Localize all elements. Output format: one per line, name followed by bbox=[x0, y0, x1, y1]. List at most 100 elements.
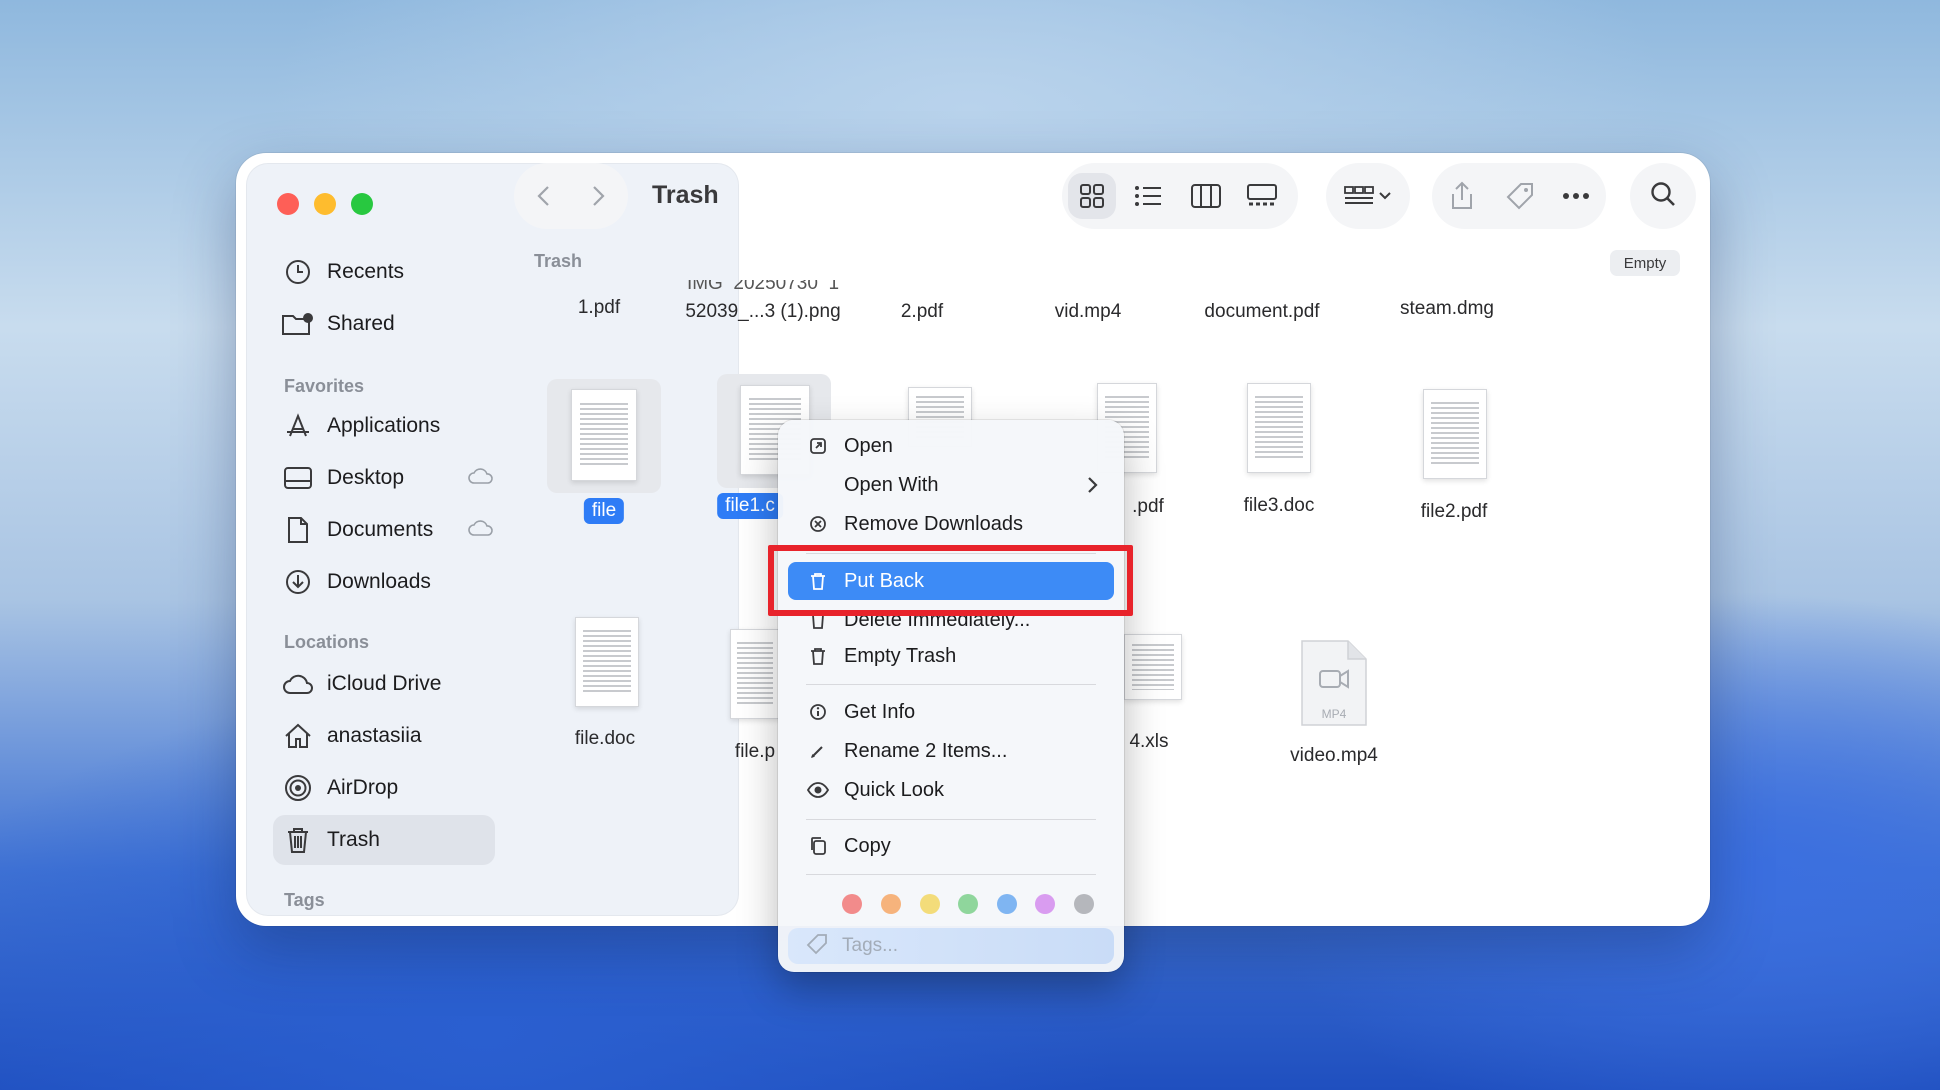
sidebar-item-label: Downloads bbox=[327, 570, 431, 593]
menu-separator bbox=[806, 874, 1096, 875]
file-name[interactable]: file.doc bbox=[575, 728, 635, 750]
file-name[interactable]: vid.mp4 bbox=[1055, 301, 1122, 323]
sidebar-item-recents[interactable]: Recents bbox=[273, 247, 495, 297]
sidebar-item-label: Shared bbox=[327, 312, 395, 335]
sidebar-item-label: anastasiia bbox=[327, 724, 422, 747]
file-name[interactable]: video.mp4 bbox=[1290, 745, 1378, 767]
file-name[interactable]: file2.pdf bbox=[1421, 501, 1488, 523]
menu-item-open[interactable]: Open bbox=[788, 428, 1114, 464]
tags-field[interactable]: Tags... bbox=[788, 928, 1114, 964]
group-by-button[interactable] bbox=[1334, 173, 1402, 219]
tag-icon bbox=[806, 933, 828, 960]
menu-item-copy[interactable]: Copy bbox=[788, 828, 1114, 864]
zoom-window-button[interactable] bbox=[351, 193, 373, 215]
tags-heading: Tags bbox=[284, 890, 325, 910]
sidebar-item-documents[interactable]: Documents bbox=[273, 505, 495, 555]
column-view-button[interactable] bbox=[1182, 173, 1230, 219]
sidebar-item-shared[interactable]: Shared bbox=[273, 299, 495, 349]
tag-color-blue[interactable] bbox=[997, 894, 1017, 914]
tag-color-yellow[interactable] bbox=[920, 894, 940, 914]
close-window-button[interactable] bbox=[277, 193, 299, 215]
desktop-icon bbox=[281, 461, 315, 495]
file-thumbnail[interactable] bbox=[730, 629, 780, 719]
video-file-icon[interactable]: MP4 bbox=[1300, 639, 1368, 727]
file-name[interactable]: 1.pdf bbox=[578, 297, 620, 319]
file-name[interactable]: 52039_...3 (1).png bbox=[685, 301, 840, 323]
icloud-status-icon bbox=[468, 467, 494, 490]
window-title: Trash bbox=[652, 181, 719, 209]
search-button[interactable] bbox=[1639, 173, 1687, 219]
eye-icon bbox=[806, 782, 830, 798]
view-mode-group bbox=[1062, 163, 1298, 229]
sidebar-item-label: Applications bbox=[327, 414, 441, 437]
file-name[interactable]: .pdf bbox=[1132, 496, 1164, 518]
sidebar-item-airdrop[interactable]: AirDrop bbox=[273, 763, 495, 813]
sidebar-item-icloud-drive[interactable]: iCloud Drive bbox=[273, 659, 495, 709]
file-name[interactable]: document.pdf bbox=[1204, 301, 1319, 323]
menu-item-label: Quick Look bbox=[844, 778, 945, 801]
home-icon bbox=[281, 719, 315, 753]
sidebar-item-trash[interactable]: Trash bbox=[273, 815, 495, 865]
info-icon bbox=[806, 703, 830, 721]
sidebar-item-applications[interactable]: Applications bbox=[273, 401, 495, 451]
menu-item-open-with[interactable]: Open With bbox=[788, 467, 1114, 503]
download-icon bbox=[281, 565, 315, 599]
menu-item-rename[interactable]: Rename 2 Items... bbox=[788, 733, 1114, 769]
menu-item-label: Remove Downloads bbox=[844, 512, 1023, 535]
group-by-control bbox=[1326, 163, 1410, 229]
file-thumbnail[interactable] bbox=[571, 389, 637, 481]
open-icon bbox=[806, 437, 830, 455]
tag-color-orange[interactable] bbox=[881, 894, 901, 914]
icon-view-button[interactable] bbox=[1068, 173, 1116, 219]
menu-item-remove-downloads[interactable]: Remove Downloads bbox=[788, 506, 1114, 542]
sidebar-item-home[interactable]: anastasiia bbox=[273, 711, 495, 761]
back-button[interactable] bbox=[520, 173, 568, 219]
sidebar-item-label: AirDrop bbox=[327, 776, 399, 799]
empty-trash-button[interactable]: Empty bbox=[1610, 250, 1680, 276]
menu-item-empty-trash[interactable]: Empty Trash bbox=[788, 638, 1114, 674]
file-thumbnail[interactable] bbox=[575, 617, 639, 707]
file-name[interactable]: 4.xls bbox=[1129, 731, 1168, 753]
tag-color-green[interactable] bbox=[958, 894, 978, 914]
file-name[interactable]: file.p bbox=[735, 741, 775, 763]
sidebar-item-desktop[interactable]: Desktop bbox=[273, 453, 495, 503]
file-name[interactable]: 2.pdf bbox=[901, 301, 943, 323]
favorites-heading: Favorites bbox=[284, 376, 365, 396]
sidebar-item-label: Trash bbox=[327, 828, 380, 851]
search-icon bbox=[1649, 180, 1677, 213]
shared-folder-icon bbox=[281, 307, 315, 341]
forward-button[interactable] bbox=[574, 173, 622, 219]
file-name[interactable]: steam.dmg bbox=[1400, 298, 1494, 320]
gallery-view-button[interactable] bbox=[1238, 173, 1286, 219]
cloud-icon bbox=[281, 667, 315, 701]
more-options-button[interactable] bbox=[1552, 173, 1600, 219]
tag-color-red[interactable] bbox=[842, 894, 862, 914]
chevron-right-icon bbox=[1086, 475, 1098, 500]
menu-item-label: Rename 2 Items... bbox=[844, 739, 1008, 762]
sidebar-item-downloads[interactable]: Downloads bbox=[273, 557, 495, 607]
file-name[interactable]: file1.c bbox=[717, 493, 783, 519]
menu-item-label: Empty Trash bbox=[844, 644, 957, 667]
file-thumbnail[interactable] bbox=[1124, 634, 1182, 700]
trash-icon bbox=[281, 823, 315, 857]
menu-item-quick-look[interactable]: Quick Look bbox=[788, 772, 1114, 808]
menu-item-get-info[interactable]: Get Info bbox=[788, 694, 1114, 730]
file-name[interactable]: file bbox=[583, 498, 625, 524]
sidebar-item-label: Recents bbox=[327, 260, 405, 283]
tag-color-gray[interactable] bbox=[1074, 894, 1094, 914]
file-thumbnail[interactable] bbox=[1247, 383, 1311, 473]
locations-heading: Locations bbox=[284, 632, 370, 652]
applications-icon bbox=[281, 409, 315, 443]
remove-circle-icon bbox=[806, 515, 830, 533]
put-back-highlight-annotation bbox=[768, 545, 1133, 616]
list-view-button[interactable] bbox=[1124, 173, 1172, 219]
tag-color-purple[interactable] bbox=[1035, 894, 1055, 914]
file-thumbnail[interactable] bbox=[1423, 389, 1487, 479]
context-menu: Open Open With Remove Downloads Put Back… bbox=[778, 420, 1124, 972]
share-button[interactable] bbox=[1438, 173, 1486, 219]
sidebar-item-label: Documents bbox=[327, 518, 434, 541]
clock-icon bbox=[281, 255, 315, 289]
tag-button[interactable] bbox=[1496, 173, 1544, 219]
file-name[interactable]: file3.doc bbox=[1244, 495, 1315, 517]
minimize-window-button[interactable] bbox=[314, 193, 336, 215]
